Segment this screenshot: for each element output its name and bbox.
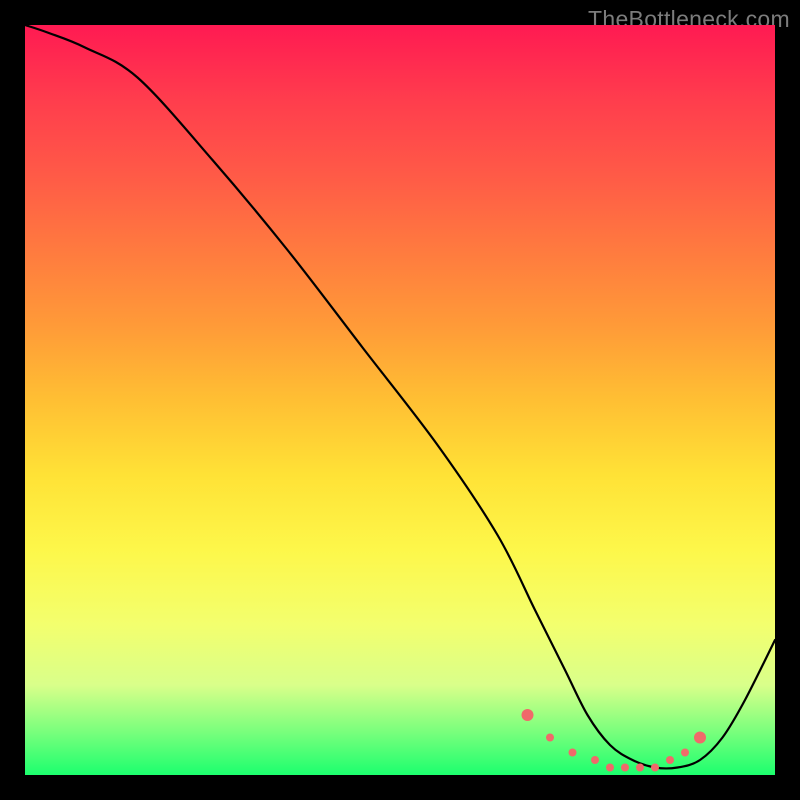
- optimal-dot: [591, 756, 599, 764]
- optimal-dot: [694, 732, 706, 744]
- plot-area: [25, 25, 775, 775]
- optimal-dot: [569, 749, 577, 757]
- optimal-dot: [546, 734, 554, 742]
- optimal-dot: [651, 764, 659, 772]
- chart-frame: TheBottleneck.com: [0, 0, 800, 800]
- bottleneck-curve: [25, 25, 775, 768]
- optimal-dot: [681, 749, 689, 757]
- curve-layer: [25, 25, 775, 775]
- optimal-dot: [636, 764, 644, 772]
- optimal-dot: [666, 756, 674, 764]
- optimal-dot: [522, 709, 534, 721]
- optimal-range-dots: [522, 709, 707, 772]
- optimal-dot: [621, 764, 629, 772]
- optimal-dot: [606, 764, 614, 772]
